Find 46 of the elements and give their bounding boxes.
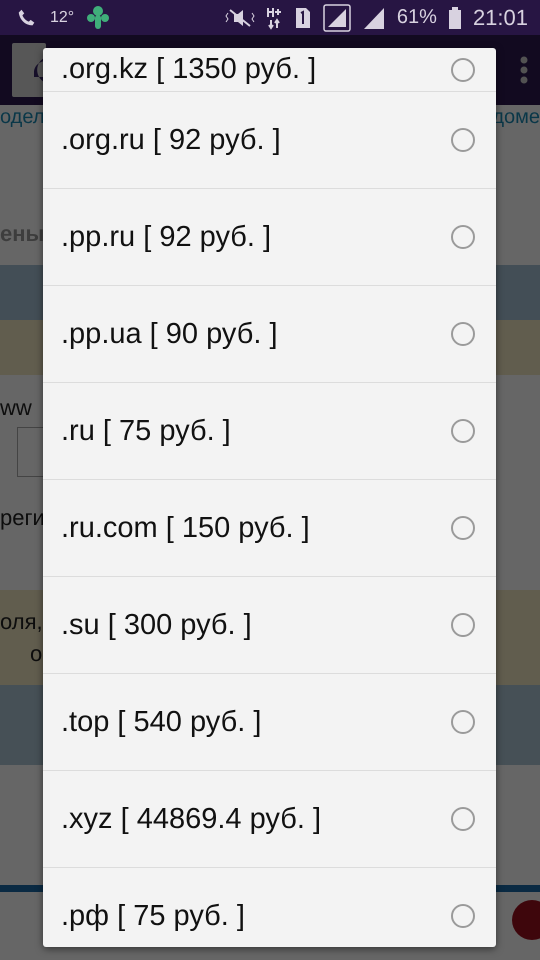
clock-text: 21:01 [472,4,528,30]
domain-prefix: ww [0,395,32,420]
sim-icon [294,6,311,28]
radio-button[interactable] [451,225,475,249]
option-label: .org.ru [ 92 руб. ] [61,124,281,156]
option-row[interactable]: .pp.ua [ 90 руб. ] [43,286,496,383]
notice-text: о [30,640,42,666]
option-label: .ru.com [ 150 руб. ] [61,512,310,544]
option-row[interactable]: .xyz [ 44869.4 руб. ] [43,771,496,868]
mute-icon [224,8,255,28]
option-row[interactable]: .ru [ 75 руб. ] [43,383,496,480]
option-row[interactable]: .ru.com [ 150 руб. ] [43,480,496,577]
radio-button[interactable] [451,613,475,637]
option-label: .xyz [ 44869.4 руб. ] [61,802,322,836]
option-label: .ru [ 75 руб. ] [61,414,231,448]
option-row[interactable]: .рф [ 75 руб. ] [43,868,496,947]
option-row[interactable]: .pp.ru [ 92 руб. ] [43,189,496,286]
notice-text: оля, [0,608,43,634]
option-row[interactable]: .su [ 300 руб. ] [43,577,496,674]
radio-button[interactable] [451,516,475,540]
action-button[interactable] [512,900,540,940]
battery-percent: 61% [396,6,437,29]
option-label: .su [ 300 руб. ] [61,608,252,642]
network-type-icon [266,6,283,30]
menu-icon[interactable] [520,56,528,84]
option-label: .рф [ 75 руб. ] [61,900,245,932]
radio-button[interactable] [451,807,475,831]
temperature-text: 12° [50,8,74,26]
radio-button[interactable] [451,128,475,152]
radio-button[interactable] [451,710,475,734]
option-label: .top [ 540 руб. ] [61,706,262,738]
radio-button[interactable] [451,419,475,443]
radio-button[interactable] [451,58,475,82]
battery-icon [448,6,461,28]
clover-icon [86,4,110,30]
option-label: .org.kz [ 1350 руб. ] [61,53,316,86]
register-text: реги [0,505,45,530]
option-label: .pp.ua [ 90 руб. ] [61,318,278,350]
option-row[interactable]: .org.ru [ 92 руб. ] [43,92,496,189]
logo-icon [32,57,46,83]
radio-button[interactable] [451,322,475,346]
option-row[interactable]: .top [ 540 руб. ] [43,674,496,771]
signal-icon [362,6,385,30]
signal-icon [322,4,351,32]
radio-button[interactable] [451,904,475,928]
option-label: .pp.ru [ 92 руб. ] [61,220,272,254]
